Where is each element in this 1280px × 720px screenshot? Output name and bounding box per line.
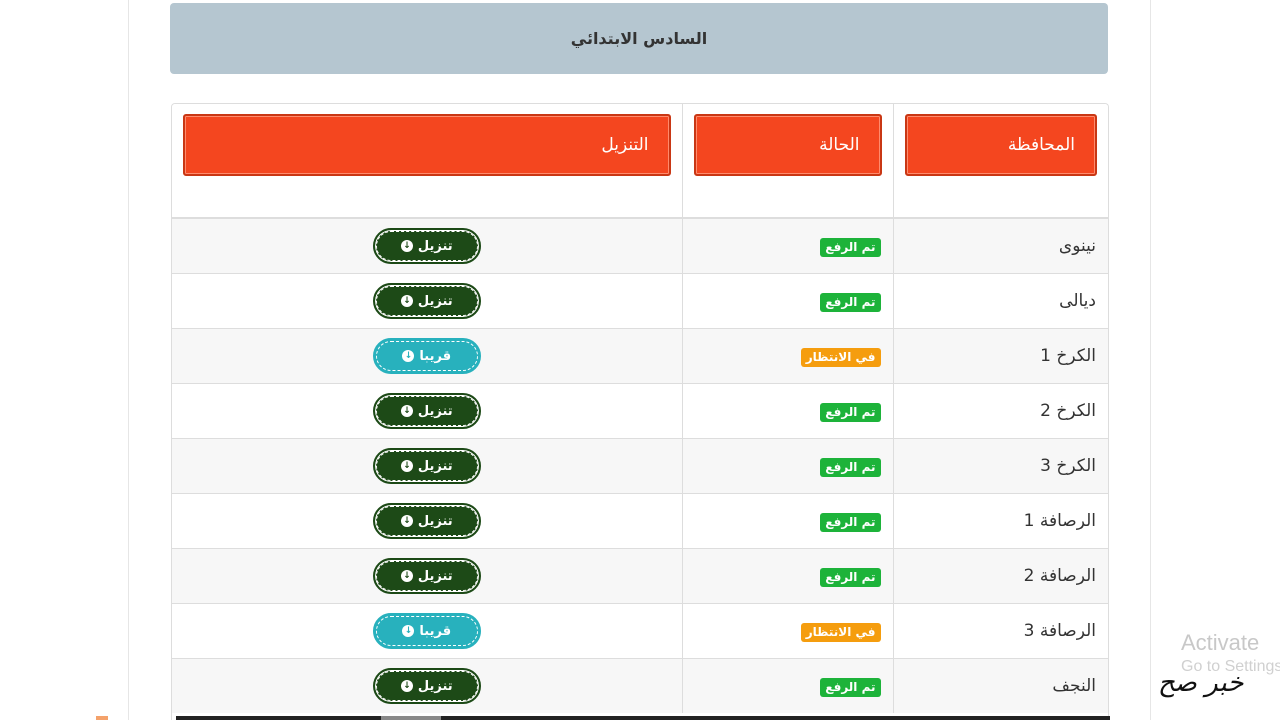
status-cell: تم الرفع xyxy=(681,438,893,494)
site-logo: خبر صح xyxy=(1158,668,1244,698)
coming-soon-button[interactable]: قريبا ↓ xyxy=(372,613,481,649)
status-cell: تم الرفع xyxy=(681,383,893,439)
button-label: قريبا xyxy=(419,348,452,364)
governorate-cell: الرصافة 1 xyxy=(892,493,1108,549)
column-header-status: الحالة xyxy=(693,114,882,176)
download-button[interactable]: تنزيل ↓ xyxy=(372,503,481,539)
governorate-cell: الكرخ 3 xyxy=(892,438,1108,494)
status-cell: في الانتظار xyxy=(681,603,893,659)
download-icon: ↓ xyxy=(400,405,413,417)
download-button[interactable]: تنزيل ↓ xyxy=(372,558,481,594)
download-button[interactable]: تنزيل ↓ xyxy=(372,448,481,484)
status-badge: تم الرفع xyxy=(820,402,881,422)
taskbar-accent xyxy=(96,716,108,720)
download-button[interactable]: تنزيل ↓ xyxy=(372,228,481,264)
left-divider xyxy=(128,0,129,720)
status-cell: في الانتظار xyxy=(681,328,893,384)
results-table: المحافظة الحالة التنزيل نينوى تم الرفع تنز… xyxy=(171,103,1109,720)
status-badge: تم الرفع xyxy=(820,512,881,532)
column-status: الحالة xyxy=(681,104,893,219)
status-badge: تم الرفع xyxy=(820,457,881,477)
governorate-cell: الرصافة 2 xyxy=(892,548,1108,604)
download-icon: ↓ xyxy=(402,625,415,637)
table-row: الكرخ 1 في الانتظار قريبا ↓ xyxy=(172,328,1108,384)
button-label: تنزيل xyxy=(417,403,453,419)
table-row: ديالى تم الرفع تنزيل ↓ xyxy=(172,273,1108,329)
right-divider xyxy=(1150,0,1151,720)
download-icon: ↓ xyxy=(400,680,413,692)
column-header-governorate: المحافظة xyxy=(904,114,1097,176)
activate-watermark-title: Activate xyxy=(1181,630,1260,655)
table-row: الرصافة 1 تم الرفع تنزيل ↓ xyxy=(172,493,1108,549)
status-cell: تم الرفع xyxy=(681,548,893,604)
governorate-cell: ديالى xyxy=(892,273,1108,329)
status-badge: تم الرفع xyxy=(820,237,881,257)
status-badge: تم الرفع xyxy=(820,677,881,697)
column-download: التنزيل xyxy=(172,104,682,219)
status-badge: تم الرفع xyxy=(820,567,881,587)
status-cell: تم الرفع xyxy=(681,217,893,274)
page: السادس الابتدائي المحافظة الحالة التنزيل… xyxy=(0,0,1280,720)
table-row: الرصافة 2 تم الرفع تنزيل ↓ xyxy=(172,548,1108,604)
table-row: النجف تم الرفع تنزيل ↓ xyxy=(172,658,1108,713)
button-label: تنزيل xyxy=(417,678,453,694)
status-cell: تم الرفع xyxy=(681,273,893,329)
column-header-download: التنزيل xyxy=(183,114,671,176)
governorate-cell: الرصافة 3 xyxy=(892,603,1108,659)
download-cell: تنزيل ↓ xyxy=(172,548,682,604)
table-body: نينوى تم الرفع تنزيل ↓ ديالى تم الرفع تنزيل ↓ ال… xyxy=(172,217,1108,713)
download-cell: تنزيل ↓ xyxy=(172,658,682,713)
download-button[interactable]: تنزيل ↓ xyxy=(372,283,481,319)
download-cell: تنزيل ↓ xyxy=(172,493,682,549)
status-badge: في الانتظار xyxy=(800,622,881,642)
button-label: قريبا xyxy=(419,623,452,639)
download-cell: تنزيل ↓ xyxy=(172,273,682,329)
status-cell: تم الرفع xyxy=(681,493,893,549)
governorate-cell: الكرخ 2 xyxy=(892,383,1108,439)
table-row: الرصافة 3 في الانتظار قريبا ↓ xyxy=(172,603,1108,659)
table-row: الكرخ 3 تم الرفع تنزيل ↓ xyxy=(172,438,1108,494)
governorate-cell: نينوى xyxy=(892,217,1108,274)
download-button[interactable]: تنزيل ↓ xyxy=(372,393,481,429)
table-header-row: المحافظة الحالة التنزيل xyxy=(172,104,1108,219)
download-cell: تنزيل ↓ xyxy=(172,383,682,439)
download-icon: ↓ xyxy=(400,570,413,582)
table-row: الكرخ 2 تم الرفع تنزيل ↓ xyxy=(172,383,1108,439)
status-badge: في الانتظار xyxy=(800,347,881,367)
download-icon: ↓ xyxy=(400,295,413,307)
governorate-cell: النجف xyxy=(892,658,1108,713)
governorate-cell: الكرخ 1 xyxy=(892,328,1108,384)
download-cell: قريبا ↓ xyxy=(172,603,682,659)
download-button[interactable]: تنزيل ↓ xyxy=(372,668,481,704)
grade-title: السادس الابتدائي xyxy=(170,3,1108,74)
download-cell: تنزيل ↓ xyxy=(172,438,682,494)
download-icon: ↓ xyxy=(400,460,413,472)
button-label: تنزيل xyxy=(417,568,453,584)
download-icon: ↓ xyxy=(402,350,415,362)
table-row: نينوى تم الرفع تنزيل ↓ xyxy=(172,217,1108,274)
button-label: تنزيل xyxy=(417,513,453,529)
bottom-scrollbar[interactable] xyxy=(176,716,1110,720)
status-cell: تم الرفع xyxy=(681,658,893,713)
coming-soon-button[interactable]: قريبا ↓ xyxy=(372,338,481,374)
column-governorate: المحافظة xyxy=(892,104,1108,219)
button-label: تنزيل xyxy=(417,238,453,254)
download-icon: ↓ xyxy=(400,240,413,252)
button-label: تنزيل xyxy=(417,458,453,474)
scrollbar-thumb[interactable] xyxy=(381,716,441,720)
download-cell: قريبا ↓ xyxy=(172,328,682,384)
button-label: تنزيل xyxy=(417,293,453,309)
status-badge: تم الرفع xyxy=(820,292,881,312)
download-icon: ↓ xyxy=(400,515,413,527)
download-cell: تنزيل ↓ xyxy=(172,217,682,274)
